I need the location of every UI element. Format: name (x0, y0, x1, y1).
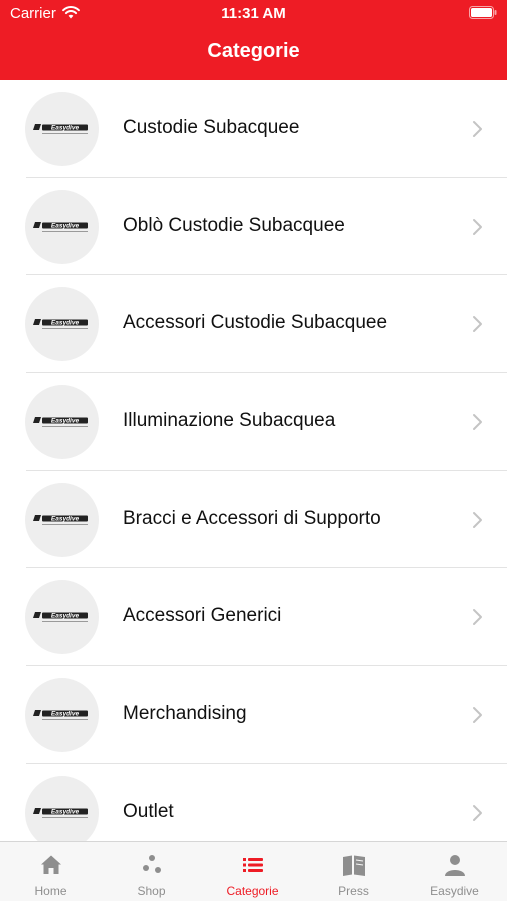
logo-text: Easydive (51, 320, 80, 327)
tab-press[interactable]: Press (303, 842, 404, 901)
brand-logo: Easydive (25, 287, 99, 362)
category-list[interactable]: Easydive Custodie Subacquee Easydive Oblò C… (0, 80, 507, 841)
brand-logo: Easydive (25, 482, 99, 557)
category-row[interactable]: Easydive Merchandising (0, 666, 507, 764)
logo-text: Easydive (51, 613, 80, 620)
brand-logo: Easydive (25, 92, 99, 166)
home-icon (41, 855, 61, 874)
category-row[interactable]: Easydive Outlet (0, 764, 507, 841)
category-label: Accessori Generici (123, 605, 282, 627)
category-row[interactable]: Easydive Bracci e Accessori di Supporto (0, 471, 507, 569)
tab-categorie[interactable]: Categorie (202, 842, 303, 901)
chevron-right-icon (473, 804, 482, 821)
category-row[interactable]: Easydive Illuminazione Subacquea (0, 373, 507, 471)
category-row[interactable]: Easydive Accessori Custodie Subacquee (0, 275, 507, 374)
logo-text: Easydive (51, 515, 80, 522)
chevron-right-icon (473, 511, 482, 528)
category-row[interactable]: Easydive Custodie Subacquee (0, 80, 507, 178)
tab-home[interactable]: Home (0, 842, 101, 901)
category-label: Custodie Subacquee (123, 117, 300, 138)
chevron-right-icon (473, 707, 482, 724)
chevron-right-icon (473, 609, 482, 626)
tab-easydive-label: Easydive (430, 884, 479, 898)
brand-logo: Easydive (25, 678, 99, 753)
tab-categorie-label: Categorie (226, 884, 279, 898)
tab-home-label: Home (34, 884, 67, 898)
brand-logo: Easydive (25, 385, 99, 460)
logo-text: Easydive (51, 808, 80, 815)
list-icon (243, 858, 263, 872)
tab-easydive[interactable]: Easydive (404, 842, 505, 901)
chevron-right-icon (473, 316, 482, 333)
brand-logo: Easydive (25, 580, 99, 655)
category-label: Outlet (123, 800, 174, 822)
chevron-right-icon (473, 121, 482, 137)
category-label: Accessori Custodie Subacquee (123, 312, 388, 334)
tab-bar: Home Shop Categorie Press Easydive (0, 841, 507, 901)
brand-logo: Easydive (25, 775, 99, 841)
tab-shop-label: Shop (137, 884, 166, 898)
brand-logo: Easydive (25, 189, 99, 264)
category-label: Merchandising (123, 703, 247, 725)
tab-shop[interactable]: Shop (101, 842, 202, 901)
page-title: Categorie (207, 40, 300, 62)
logo-text: Easydive (51, 711, 80, 718)
logo-text: Easydive (51, 125, 80, 132)
clock: 11:31 AM (221, 5, 286, 22)
battery-icon (469, 6, 497, 19)
app-header: Carrier 11:31 AM Categorie (0, 0, 507, 80)
chevron-right-icon (473, 414, 482, 431)
category-label: Illuminazione Subacquea (123, 410, 336, 432)
tab-press-label: Press (338, 884, 369, 898)
logo-text: Easydive (51, 418, 80, 425)
category-row[interactable]: Easydive Accessori Generici (0, 568, 507, 667)
logo-text: Easydive (51, 222, 80, 229)
shop-icon (143, 855, 161, 873)
book-icon (343, 855, 365, 876)
status-bar: Carrier 11:31 AM (0, 0, 507, 28)
chevron-right-icon (473, 218, 482, 235)
category-label: Bracci e Accessori di Supporto (123, 507, 381, 529)
category-row[interactable]: Easydive Oblò Custodie Subacquee (0, 178, 507, 276)
category-label: Oblò Custodie Subacquee (123, 214, 345, 236)
person-icon (445, 855, 465, 876)
